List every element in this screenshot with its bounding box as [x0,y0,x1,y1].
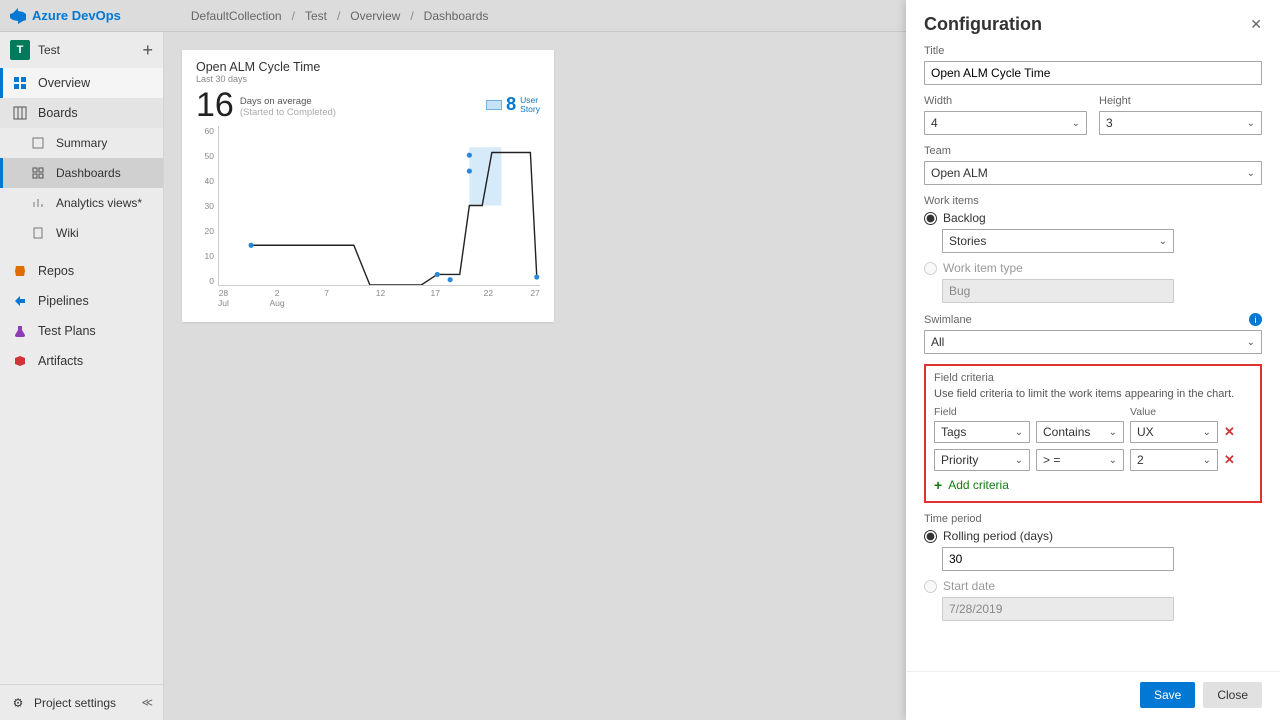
nav-repos[interactable]: Repos [0,256,163,286]
info-icon[interactable]: i [1249,313,1262,326]
radio-wit[interactable]: Work item type [924,261,1262,275]
sidebar: T Test + Overview Boards Summary Dashboa… [0,32,164,720]
chevron-down-icon: ⌄ [1247,168,1255,179]
label-time-period: Time period [924,513,1262,525]
boards-icon [12,105,28,121]
breadcrumb-item[interactable]: DefaultCollection [191,9,282,23]
criteria-op-select[interactable]: > =⌄ [1036,449,1124,471]
chevron-down-icon: ⌄ [1072,118,1080,129]
chevron-down-icon: ⌄ [1159,236,1167,247]
nav-testplans[interactable]: Test Plans [0,316,163,346]
height-select[interactable]: 3⌄ [1099,111,1262,135]
label-swimlane: Swimlane [924,314,972,326]
label-workitems: Work items [924,195,1262,207]
collapse-icon[interactable]: ≪ [141,696,153,709]
breadcrumb-item[interactable]: Dashboards [424,9,489,23]
project-name: Test [38,43,60,57]
width-select[interactable]: 4⌄ [924,111,1087,135]
brand[interactable]: Azure DevOps [10,8,121,24]
rolling-input[interactable] [942,547,1174,571]
criteria-field-select[interactable]: Priority⌄ [934,449,1030,471]
title-input[interactable] [924,61,1262,85]
radio-startdate[interactable]: Start date [924,579,1262,593]
nav-dashboards[interactable]: Dashboards [0,158,163,188]
label-height: Height [1099,95,1262,107]
analytics-icon [30,195,46,211]
summary-icon [30,135,46,151]
delete-criteria-icon[interactable]: ✕ [1224,452,1235,468]
criteria-field-select[interactable]: Tags⌄ [934,421,1030,443]
save-button[interactable]: Save [1140,682,1195,708]
nav-pipelines[interactable]: Pipelines [0,286,163,316]
breadcrumb-item[interactable]: Overview [350,9,400,23]
nav-wiki[interactable]: Wiki [0,218,163,248]
legend-swatch [486,100,502,110]
breadcrumb: DefaultCollection/ Test/ Overview/ Dashb… [191,9,489,23]
backlog-select[interactable]: Stories⌄ [942,229,1174,253]
gear-icon: ⚙ [10,695,26,711]
criteria-row: Priority⌄ > =⌄ 2⌄ ✕ [934,449,1252,471]
nav-overview[interactable]: Overview [0,68,163,98]
testplans-icon [12,323,28,339]
chevron-down-icon: ⌄ [1247,118,1255,129]
legend-count: 8 [506,94,516,115]
team-select[interactable]: Open ALM⌄ [924,161,1262,185]
radio-backlog[interactable]: Backlog [924,211,1262,225]
project-settings[interactable]: ⚙ Project settings ≪ [0,684,163,720]
close-icon[interactable]: ✕ [1250,16,1262,33]
helper-text: Use field criteria to limit the work ite… [934,388,1252,400]
nav-summary[interactable]: Summary [0,128,163,158]
overview-icon [12,75,28,91]
chart: 6050403020100 28Jul2Aug712172227 [196,126,540,316]
add-button[interactable]: + [142,41,153,59]
swimlane-select[interactable]: All⌄ [924,330,1262,354]
wiki-icon [30,225,46,241]
artifacts-icon [12,353,28,369]
config-panel: Configuration ✕ Title Width 4⌄ Height 3⌄… [906,0,1280,720]
label-field-criteria: Field criteria [934,372,1252,384]
breadcrumb-item[interactable]: Test [305,9,327,23]
criteria-value-select[interactable]: UX⌄ [1130,421,1218,443]
nav-boards[interactable]: Boards [0,98,163,128]
close-button[interactable]: Close [1203,682,1262,708]
panel-title: Configuration [924,14,1042,35]
criteria-value-select[interactable]: 2⌄ [1130,449,1218,471]
label-width: Width [924,95,1087,107]
startdate-input [942,597,1174,621]
criteria-row: Tags⌄ Contains⌄ UX⌄ ✕ [934,421,1252,443]
pipelines-icon [12,293,28,309]
project-selector[interactable]: T Test [10,40,60,60]
project-badge: T [10,40,30,60]
nav-artifacts[interactable]: Artifacts [0,346,163,376]
repos-icon [12,263,28,279]
label-title: Title [924,45,1262,57]
widget-title: Open ALM Cycle Time [196,60,540,74]
widget-legend: 8 UserStory [486,88,540,115]
dashboards-icon [30,165,46,181]
widget-meta1: Days on average [240,96,336,107]
azure-devops-icon [10,8,26,24]
nav-analytics[interactable]: Analytics views* [0,188,163,218]
criteria-op-select[interactable]: Contains⌄ [1036,421,1124,443]
label-team: Team [924,145,1262,157]
delete-criteria-icon[interactable]: ✕ [1224,424,1235,440]
field-criteria-box: Field criteria Use field criteria to lim… [924,364,1262,503]
widget-big-number: 16 [196,88,234,122]
wit-select: Bug [942,279,1174,303]
add-criteria-button[interactable]: +Add criteria [934,477,1252,493]
chevron-down-icon: ⌄ [1247,337,1255,348]
cycle-time-widget[interactable]: Open ALM Cycle Time Last 30 days 16 Days… [182,50,554,322]
radio-rolling[interactable]: Rolling period (days) [924,529,1262,543]
widget-meta2: (Started to Completed) [240,107,336,118]
widget-subtitle: Last 30 days [196,74,540,84]
